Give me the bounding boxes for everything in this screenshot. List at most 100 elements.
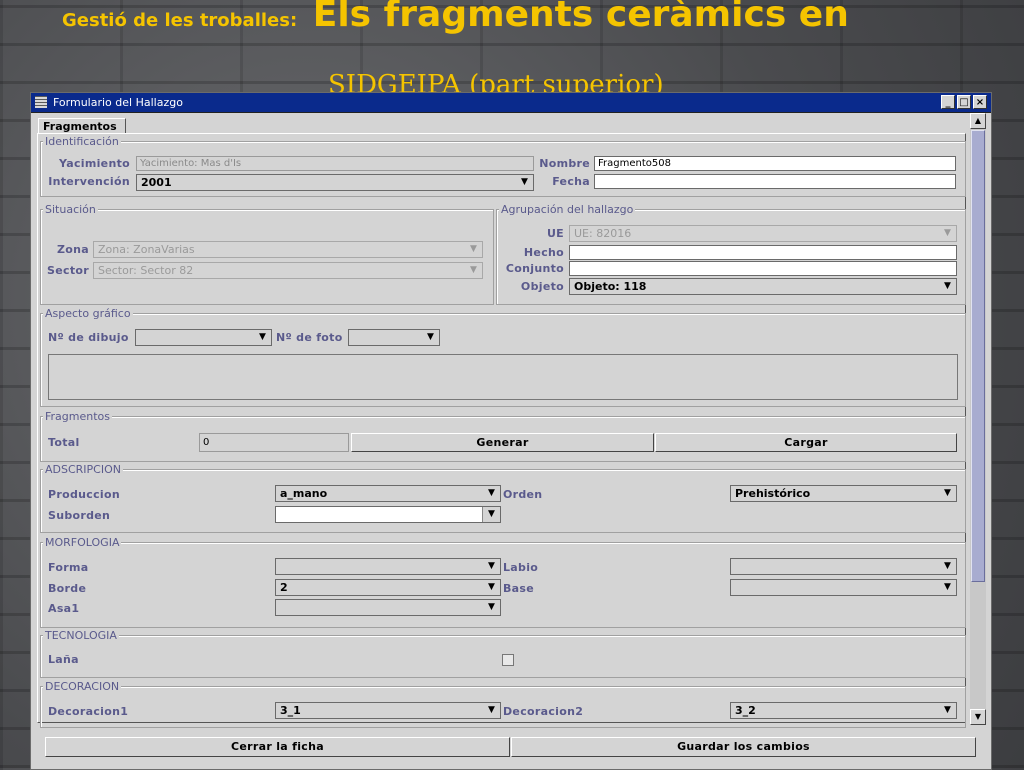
decoracion1-value: 3_1 [280,704,301,717]
fragmentos-title: Fragmentos [43,410,113,423]
ue-label: UE [546,227,564,240]
chevron-down-icon: ▼ [944,281,951,291]
chevron-down-icon: ▼ [521,177,528,187]
suborden-select[interactable]: ▼ [275,506,501,523]
yacimiento-field[interactable]: Yacimiento: Mas d'Is [136,156,534,171]
asa1-select[interactable]: ▼ [275,599,501,616]
produccion-select[interactable]: a_mano ▼ [275,485,501,502]
orden-value: Prehistórico [735,487,811,500]
decoracion1-label: Decoracion1 [48,705,129,718]
chevron-down-icon: ▼ [944,705,951,715]
agrupacion-title: Agrupación del hallazgo [499,203,636,216]
labio-select[interactable]: ▼ [730,558,957,575]
cargar-button[interactable]: Cargar [655,433,957,452]
fecha-field[interactable] [594,174,956,189]
generar-button[interactable]: Generar [351,433,654,452]
decoracion-title: DECORACION [43,680,122,693]
objeto-select[interactable]: Objeto: 118 ▼ [569,278,957,295]
lana-label: Laña [48,653,79,666]
identificacion-title: Identificación [43,135,121,148]
borde-value: 2 [280,581,288,594]
scroll-down-icon[interactable]: ▼ [970,709,986,725]
chevron-down-icon: ▼ [944,561,951,571]
chevron-down-icon: ▼ [259,332,266,342]
dibujo-label: Nº de dibujo [48,331,129,344]
orden-select[interactable]: Prehistórico ▼ [730,485,957,502]
chevron-down-icon: ▼ [944,582,951,592]
vertical-scrollbar[interactable]: ▲ ▼ [970,113,986,725]
decoracion2-value: 3_2 [735,704,756,717]
orden-label: Orden [503,488,543,501]
conjunto-label: Conjunto [505,262,564,275]
forma-label: Forma [48,561,89,574]
forma-select[interactable]: ▼ [275,558,501,575]
tecnologia-title: TECNOLOGIA [43,629,119,642]
nombre-label: Nombre [539,157,590,170]
chevron-down-icon: ▼ [488,582,495,592]
situacion-title: Situación [43,203,98,216]
scrollbar-thumb[interactable] [971,130,985,582]
labio-label: Labio [503,561,539,574]
hecho-field[interactable] [569,245,957,260]
total-label: Total [48,436,80,449]
suborden-label: Suborden [48,509,111,522]
fecha-label: Fecha [552,175,590,188]
base-label: Base [503,582,535,595]
aspecto-text-area[interactable] [48,354,958,400]
aspecto-title: Aspecto gráfico [43,307,133,320]
decoracion2-select[interactable]: 3_2 ▼ [730,702,957,719]
yacimiento-label: Yacimiento [58,157,130,170]
intervencion-label: Intervención [48,175,130,188]
lana-checkbox[interactable] [502,654,514,666]
intervencion-select[interactable]: 2001 ▼ [136,174,534,191]
conjunto-field[interactable] [569,261,957,276]
dibujo-select[interactable]: ▼ [135,329,272,346]
ue-select[interactable]: UE: 82016 ▼ [569,225,957,242]
slide-title-small: Gestió de les troballes: [62,10,298,31]
zona-label: Zona [57,243,89,256]
chevron-down-icon: ▼ [470,244,477,254]
minimize-button[interactable]: _ [941,95,955,109]
guardar-cambios-button[interactable]: Guardar los cambios [511,737,976,757]
borde-select[interactable]: 2 ▼ [275,579,501,596]
chevron-down-icon: ▼ [488,488,495,498]
morfologia-title: MORFOLOGIA [43,536,122,549]
adscripcion-title: ADSCRIPCION [43,463,123,476]
asa1-label: Asa1 [48,602,80,615]
objeto-value: Objeto: 118 [574,280,647,293]
chevron-down-icon: ▼ [482,507,500,522]
window-menu-icon[interactable] [35,96,47,108]
foto-select[interactable]: ▼ [348,329,440,346]
chevron-down-icon: ▼ [944,488,951,498]
base-select[interactable]: ▼ [730,579,957,596]
total-field[interactable]: 0 [199,433,349,452]
chevron-down-icon: ▼ [488,705,495,715]
scroll-up-icon[interactable]: ▲ [970,113,986,129]
close-button[interactable]: × [973,95,987,109]
intervencion-value: 2001 [141,176,172,189]
hecho-label: Hecho [523,246,564,259]
window-titlebar[interactable]: Formulario del Hallazgo _ □ × [31,93,991,113]
objeto-label: Objeto [520,280,564,293]
produccion-value: a_mano [280,487,328,500]
tab-fragmentos[interactable]: Fragmentos [38,118,126,134]
chevron-down-icon: ▼ [470,265,477,275]
sector-select[interactable]: Sector: Sector 82 ▼ [93,262,483,279]
zona-value: Zona: ZonaVarias [98,243,195,256]
chevron-down-icon: ▼ [427,332,434,342]
slide-title: Gestió de les troballes: Els fragments c… [62,0,849,35]
ue-value: UE: 82016 [574,227,632,240]
zona-select[interactable]: Zona: ZonaVarias ▼ [93,241,483,258]
maximize-button[interactable]: □ [957,95,971,109]
slide-title-big: Els fragments ceràmics en [312,0,849,35]
decoracion1-select[interactable]: 3_1 ▼ [275,702,501,719]
produccion-label: Produccion [48,488,120,501]
chevron-down-icon: ▼ [488,561,495,571]
cerrar-ficha-button[interactable]: Cerrar la ficha [45,737,510,757]
borde-label: Borde [48,582,87,595]
nombre-field[interactable]: Fragmento508 [594,156,956,171]
chevron-down-icon: ▼ [488,602,495,612]
foto-label: Nº de foto [276,331,343,344]
decoracion2-label: Decoracion2 [503,705,584,718]
chevron-down-icon: ▼ [944,228,951,238]
